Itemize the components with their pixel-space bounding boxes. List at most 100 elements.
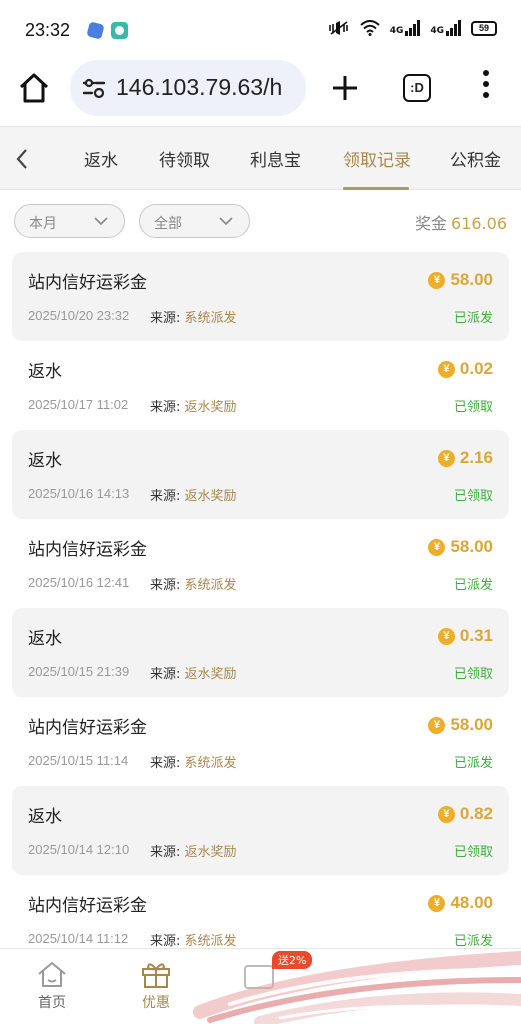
record-amount-value: 2.16 bbox=[459, 448, 493, 467]
record-date: 2025/10/14 12:10 bbox=[28, 842, 130, 857]
record-source: 来源: 返水奖励 bbox=[150, 663, 237, 682]
record-source-label: 来源: bbox=[150, 756, 181, 771]
plus-icon bbox=[333, 76, 357, 100]
chevron-down-icon bbox=[94, 217, 108, 226]
bonus-value: 616.06 bbox=[451, 214, 507, 233]
record-item[interactable]: 返水 ¥0.02 2025/10/17 11:02 来源: 返水奖励 已领取 bbox=[12, 341, 509, 430]
status-time: 23:32 bbox=[25, 20, 71, 40]
record-amount-value: 0.82 bbox=[459, 804, 493, 823]
record-date: 2025/10/17 11:02 bbox=[28, 397, 129, 412]
wallet-icon[interactable] bbox=[244, 965, 274, 989]
site-settings-icon[interactable] bbox=[82, 77, 106, 99]
back-arrow-icon[interactable] bbox=[14, 147, 30, 171]
record-amount-value: 0.31 bbox=[459, 626, 493, 645]
coin-icon: ¥ bbox=[428, 716, 446, 734]
period-select-value: 本月 bbox=[29, 216, 57, 232]
record-amount: ¥58.00 bbox=[428, 270, 493, 290]
record-title: 返水 bbox=[28, 451, 62, 471]
record-title: 返水 bbox=[28, 362, 62, 382]
record-date: 2025/10/20 23:32 bbox=[28, 308, 130, 323]
record-status: 已领取 bbox=[453, 489, 493, 504]
record-amount-value: 58.00 bbox=[450, 270, 493, 289]
nav-home[interactable]: 首页 bbox=[22, 959, 82, 1012]
record-item[interactable]: 返水 ¥0.82 2025/10/14 12:10 来源: 返水奖励 已领取 bbox=[12, 786, 509, 875]
record-item[interactable]: 站内信好运彩金 ¥58.00 2025/10/15 11:14 来源: 系统派发… bbox=[12, 697, 509, 786]
record-source-label: 来源: bbox=[150, 667, 181, 682]
record-status: 已派发 bbox=[453, 578, 493, 593]
record-amount: ¥58.00 bbox=[428, 715, 493, 735]
period-select[interactable]: 本月 bbox=[14, 204, 125, 238]
new-tab-button[interactable] bbox=[327, 68, 363, 108]
wifi-icon bbox=[360, 20, 380, 36]
record-title: 站内信好运彩金 bbox=[28, 718, 147, 738]
record-source-label: 来源: bbox=[150, 845, 181, 860]
active-tab-indicator bbox=[343, 187, 409, 190]
record-status: 已派发 bbox=[453, 756, 493, 771]
tab-pending[interactable]: 待领取 bbox=[159, 146, 210, 171]
record-title: 站内信好运彩金 bbox=[28, 896, 147, 916]
signal-1-icon: 4G bbox=[390, 20, 421, 36]
record-source-value: 系统派发 bbox=[184, 578, 237, 593]
nav-offers-label: 优惠 bbox=[142, 995, 170, 1011]
type-select-value: 全部 bbox=[154, 216, 182, 232]
chat-notification-icon bbox=[111, 22, 128, 39]
bonus-total: 奖金 616.06 bbox=[415, 210, 507, 234]
record-date: 2025/10/16 14:13 bbox=[28, 486, 130, 501]
tab-claim-records[interactable]: 领取记录 bbox=[343, 146, 411, 171]
record-item[interactable]: 返水 ¥2.16 2025/10/16 14:13 来源: 返水奖励 已领取 bbox=[12, 430, 509, 519]
network-type-2: 4G bbox=[430, 26, 444, 36]
record-item[interactable]: 站内信好运彩金 ¥58.00 2025/10/16 12:41 来源: 系统派发… bbox=[12, 519, 509, 608]
filter-bar: 本月 全部 奖金 616.06 bbox=[0, 200, 521, 242]
dot-icon bbox=[483, 70, 489, 76]
home-button[interactable] bbox=[14, 68, 54, 108]
more-menu-button[interactable] bbox=[478, 70, 494, 106]
url-bar[interactable]: 146.103.79.63/h bbox=[70, 60, 306, 116]
home-icon bbox=[38, 961, 66, 987]
record-source-value: 系统派发 bbox=[184, 934, 237, 949]
dot-icon bbox=[483, 92, 489, 98]
coin-icon: ¥ bbox=[428, 894, 446, 912]
record-item[interactable]: 返水 ¥0.31 2025/10/15 21:39 来源: 返水奖励 已领取 bbox=[12, 608, 509, 697]
record-amount-value: 0.02 bbox=[459, 359, 493, 378]
network-type-1: 4G bbox=[389, 26, 404, 36]
record-status: 已领取 bbox=[453, 400, 493, 415]
url-text: 146.103.79.63/h bbox=[116, 74, 283, 100]
record-source-value: 系统派发 bbox=[184, 756, 237, 771]
tab-switcher-button[interactable]: :D bbox=[403, 74, 431, 102]
record-date: 2025/10/15 21:39 bbox=[28, 664, 130, 679]
record-source-label: 来源: bbox=[150, 311, 181, 326]
nav-offers[interactable]: 优惠 bbox=[126, 959, 186, 1012]
app-notification-icon bbox=[86, 21, 105, 40]
record-source-label: 来源: bbox=[150, 400, 181, 415]
coin-icon: ¥ bbox=[437, 360, 455, 378]
coin-icon: ¥ bbox=[437, 805, 455, 823]
record-amount-value: 58.00 bbox=[450, 537, 493, 556]
record-source-label: 来源: bbox=[150, 489, 181, 504]
type-select[interactable]: 全部 bbox=[139, 204, 250, 238]
status-bar: 23:32 4G 4G 59 bbox=[0, 0, 521, 60]
record-item[interactable]: 站内信好运彩金 ¥58.00 2025/10/20 23:32 来源: 系统派发… bbox=[12, 252, 509, 341]
gift-icon bbox=[142, 963, 170, 988]
category-tabs: 返水 待领取 利息宝 领取记录 公积金 bbox=[0, 126, 521, 190]
record-source: 来源: 系统派发 bbox=[150, 930, 237, 949]
record-date: 2025/10/15 11:14 bbox=[28, 753, 129, 768]
record-title: 返水 bbox=[28, 807, 62, 827]
record-amount: ¥0.31 bbox=[437, 626, 493, 646]
bottom-navigation: 首页 优惠 送2% bbox=[0, 948, 521, 1024]
dot-icon bbox=[483, 81, 489, 87]
tab-interest[interactable]: 利息宝 bbox=[250, 146, 301, 171]
record-amount: ¥58.00 bbox=[428, 537, 493, 557]
coin-icon: ¥ bbox=[428, 271, 446, 289]
record-source-value: 系统派发 bbox=[184, 311, 237, 326]
record-source: 来源: 返水奖励 bbox=[150, 396, 237, 415]
record-source: 来源: 返水奖励 bbox=[150, 485, 237, 504]
tab-rebate[interactable]: 返水 bbox=[84, 146, 118, 171]
mute-vibrate-icon bbox=[328, 21, 348, 35]
records-list: 站内信好运彩金 ¥58.00 2025/10/20 23:32 来源: 系统派发… bbox=[12, 252, 509, 964]
record-source-value: 返水奖励 bbox=[184, 489, 237, 504]
chevron-down-icon bbox=[219, 217, 233, 226]
record-amount: ¥2.16 bbox=[437, 448, 493, 468]
tab-provident-fund[interactable]: 公积金 bbox=[450, 146, 501, 171]
bonus-label: 奖金 bbox=[415, 214, 448, 233]
record-source-label: 来源: bbox=[150, 578, 181, 593]
